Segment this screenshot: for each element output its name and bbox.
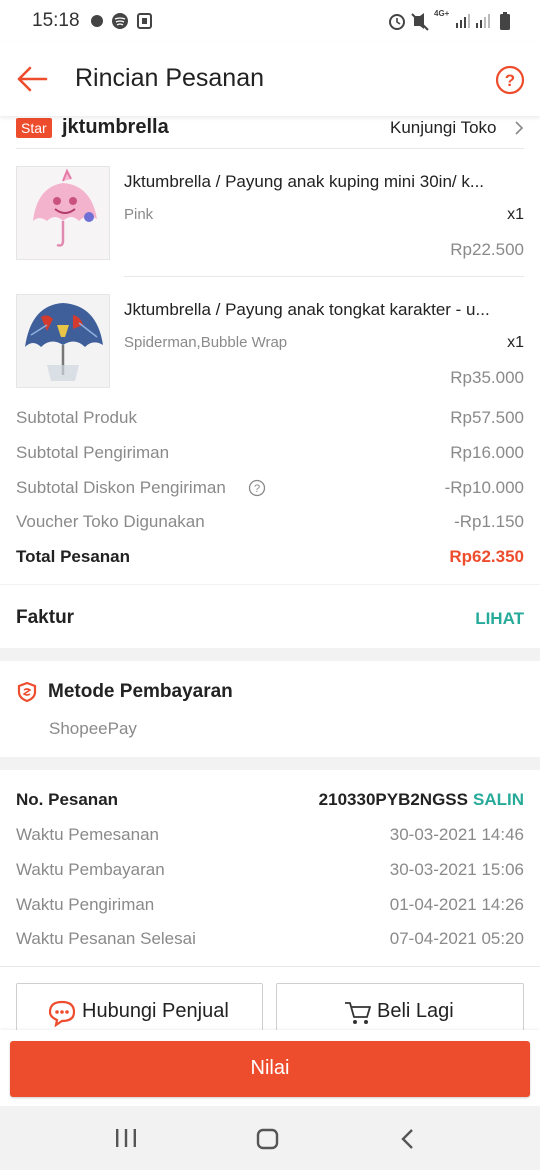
order-products-section: Star jktumbrella Kunjungi Toko Jktumbrel… [0,116,540,584]
page-title: Rincian Pesanan [75,64,265,92]
product-thumbnail [16,166,110,260]
buy-again-label: Beli Lagi [377,1000,454,1022]
order-time-row: Waktu Pesanan Selesai 07-04-2021 05:20 [16,929,524,953]
time-value: 01-04-2021 14:26 [389,895,524,914]
summary-value: -Rp1.150 [454,512,524,531]
contact-seller-label: Hubungi Penjual [82,1000,229,1022]
product-name: Jktumbrella / Payung anak kuping mini 30… [124,172,485,191]
chat-icon [47,999,77,1027]
product-variant: Spiderman,Bubble Wrap [124,334,288,351]
invoice-row[interactable]: Faktur LIHAT [0,585,540,648]
time-label: Waktu Pengiriman [16,895,155,914]
payment-title: Metode Pembayaran [48,681,233,702]
rate-button[interactable]: Nilai [10,1041,530,1097]
order-time-row: Waktu Pengiriman 01-04-2021 14:26 [16,895,524,919]
network-type: 4G+ [434,9,450,18]
payment-section: Metode Pembayaran ShopeePay [0,661,540,757]
view-invoice-link[interactable]: LIHAT [475,609,524,629]
total-value: Rp62.350 [449,547,524,566]
help-icon[interactable]: ? [495,65,525,95]
summary-row: Subtotal Pengiriman Rp16.000 [16,443,524,467]
order-number-label: No. Pesanan [16,790,119,809]
time-label: Waktu Pesanan Selesai [16,929,196,948]
copy-order-number-button[interactable]: SALIN [473,790,524,810]
notification-icons [88,11,154,31]
summary-row: Voucher Toko Digunakan -Rp1.150 [16,512,524,536]
total-label: Total Pesanan [16,547,130,566]
svg-text:?: ? [254,483,260,495]
summary-value: -Rp10.000 [444,478,524,497]
status-time: 15:18 [32,10,80,31]
order-time-row: Waktu Pemesanan 30-03-2021 14:46 [16,825,524,849]
svg-text:?: ? [505,71,515,90]
time-value: 30-03-2021 15:06 [389,860,524,879]
product-quantity: x1 [507,206,524,223]
shield-icon [16,681,38,703]
shop-row[interactable]: Star jktumbrella Kunjungi Toko [16,116,524,149]
payment-method: ShopeePay [49,719,137,738]
product-item[interactable]: Jktumbrella / Payung anak kuping mini 30… [16,164,524,276]
product-price: Rp22.500 [450,240,524,259]
summary-value: Rp16.000 [450,443,524,462]
order-number: 210330PYB2NGSS [318,790,468,809]
summary-row: Subtotal Diskon Pengiriman ? -Rp10.000 [16,478,524,502]
summary-row: Subtotal Produk Rp57.500 [16,408,524,432]
status-bar: 15:18 4G+ [0,0,540,42]
order-number-row: No. Pesanan 210330PYB2NGSS SALIN [16,790,524,814]
star-seller-badge: Star [16,118,52,138]
back-arrow-icon[interactable] [14,64,50,94]
product-item[interactable]: Jktumbrella / Payung anak tongkat karakt… [16,292,524,404]
shop-name: jktumbrella [62,116,169,138]
time-label: Waktu Pemesanan [16,825,159,844]
divider [124,276,524,277]
info-icon[interactable]: ? [248,479,266,497]
divider [0,966,540,967]
product-name: Jktumbrella / Payung anak tongkat karakt… [124,300,490,319]
product-thumbnail [16,294,110,388]
system-navigation-bar [0,1106,540,1170]
time-value: 30-03-2021 14:46 [389,825,524,844]
time-value: 07-04-2021 05:20 [389,929,524,948]
product-price: Rp35.000 [450,368,524,387]
summary-label: Voucher Toko Digunakan [16,512,205,531]
visit-shop-link[interactable]: Kunjungi Toko [390,118,497,138]
product-quantity: x1 [507,334,524,351]
app-header: Rincian Pesanan ? [0,42,540,116]
chevron-right-icon [514,120,524,136]
system-status-icons [386,10,516,32]
time-label: Waktu Pembayaran [16,860,165,879]
invoice-label: Faktur [16,607,75,628]
order-time-row: Waktu Pembayaran 30-03-2021 15:06 [16,860,524,884]
product-variant: Pink [124,206,154,223]
bottom-action-bar: Nilai [0,1030,540,1106]
cart-icon [343,1000,373,1026]
recent-apps-icon[interactable] [114,1128,138,1148]
summary-label: Subtotal Diskon Pengiriman [16,478,226,497]
total-row: Total Pesanan Rp62.350 [16,547,524,571]
rate-button-label: Nilai [250,1057,290,1079]
summary-label: Subtotal Pengiriman [16,443,170,462]
back-icon[interactable] [400,1128,416,1150]
summary-value: Rp57.500 [450,408,524,427]
summary-label: Subtotal Produk [16,408,137,427]
home-icon[interactable] [256,1128,280,1150]
